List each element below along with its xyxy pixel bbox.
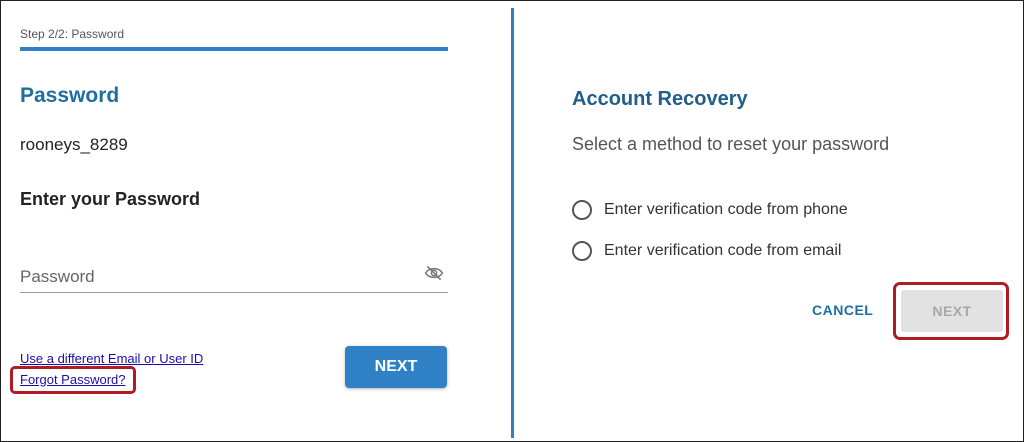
radio-option-email[interactable]: Enter verification code from email [572, 241, 841, 261]
recovery-next-button[interactable]: NEXT [901, 290, 1003, 332]
forgot-password-link[interactable]: Forgot Password? [20, 372, 126, 387]
cancel-button[interactable]: CANCEL [806, 296, 878, 324]
radio-button-icon[interactable] [572, 200, 592, 220]
step-indicator: Step 2/2: Password [20, 27, 125, 41]
radio-button-icon[interactable] [572, 241, 592, 261]
radio-label-email: Enter verification code from email [604, 242, 842, 259]
username-display: rooneys_8289 [20, 135, 128, 154]
recovery-title: Account Recovery [572, 88, 748, 110]
step-progress-bar [20, 47, 448, 51]
recovery-subtitle: Select a method to reset your password [572, 134, 890, 154]
radio-option-phone[interactable]: Enter verification code from phone [572, 200, 848, 220]
panel-divider [511, 8, 514, 438]
eye-off-icon[interactable] [424, 264, 444, 282]
radio-label-phone: Enter verification code from phone [604, 201, 848, 218]
password-input[interactable] [20, 262, 448, 293]
page-title: Password [20, 84, 120, 107]
next-button[interactable]: NEXT [345, 346, 447, 388]
different-account-link[interactable]: Use a different Email or User ID [20, 351, 203, 366]
password-heading: Enter your Password [20, 189, 201, 209]
